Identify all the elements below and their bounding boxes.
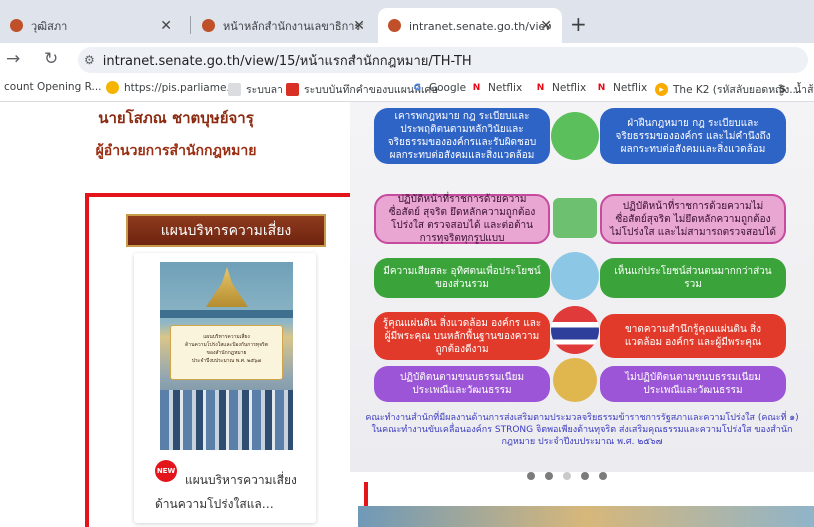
next-banner-image[interactable] — [358, 506, 814, 527]
director-name: นายโสภณ ชาตบุษย์จารุ — [98, 109, 254, 127]
tab-intranet[interactable]: intranet.senate.go.th/view/15/ห ✕ — [378, 8, 562, 43]
close-tab-icon[interactable]: ✕ — [160, 18, 172, 34]
bookmark-item[interactable]: S น้ำส้ม — [776, 81, 814, 98]
new-tab-button[interactable]: + — [570, 12, 587, 36]
negative-item: ฝ่าฝืนกฎหมาย กฎ ระเบียบและจริยธรรมขององค… — [600, 108, 786, 164]
bookmark-item[interactable]: G Google — [411, 81, 466, 94]
carousel-dot[interactable] — [545, 472, 553, 480]
site-settings-icon[interactable]: ⚙ — [84, 53, 95, 67]
reload-icon[interactable]: ↻ — [44, 49, 58, 69]
bookmark-label: Netflix — [488, 81, 523, 94]
tab-senate-home[interactable]: หน้าหลักสำนักงานเลขาธิการวุฒิสภา ✕ — [192, 8, 375, 43]
positive-item: ปฏิบัติตนตามขนบธรรมเนียมประเพณีและวัฒนธร… — [374, 366, 550, 402]
bookmark-item[interactable]: count Opening R... — [4, 81, 102, 93]
tab-senate[interactable]: วุฒิสภา ✕ — [0, 8, 182, 43]
senate-favicon-icon — [388, 19, 401, 32]
emoji-icon — [106, 81, 119, 94]
negative-item: เห็นแก่ประโยชน์ส่วนตนมากกว่าส่วนรวม — [600, 258, 786, 298]
netflix-icon: N — [472, 82, 481, 93]
close-tab-icon[interactable]: ✕ — [540, 18, 552, 34]
carousel-dot[interactable] — [581, 472, 589, 480]
positive-item: มีความเสียสละ อุทิศตนเพื่อประโยชน์ของส่ว… — [374, 258, 550, 298]
ethics-infographic[interactable]: เคารพกฎหมาย กฎ ระเบียบและประพฤติตนตามหลั… — [350, 102, 814, 482]
bookmarks-bar: count Opening R... https://pis.parliame.… — [0, 76, 814, 102]
temple-icon — [553, 358, 597, 402]
google-icon: G — [413, 82, 422, 93]
bookmark-item[interactable]: N Netflix — [595, 81, 647, 94]
bookmark-label: Netflix — [613, 81, 648, 94]
bookmark-label: น้ำส้ม — [794, 84, 814, 96]
tab-divider — [190, 16, 191, 34]
bookmark-item[interactable]: N Netflix — [470, 81, 522, 94]
carousel-dots — [527, 472, 607, 480]
positive-item: เคารพกฎหมาย กฎ ระเบียบและประพฤติตนตามหลั… — [374, 108, 550, 164]
red-app-icon — [286, 83, 299, 96]
carousel-dot[interactable] — [599, 472, 607, 480]
senate-favicon-icon — [10, 19, 23, 32]
negative-item: ขาดความสำนึกรู้คุณแผ่นดิน สิ่งแวดล้อม อง… — [600, 314, 786, 358]
bookmark-item[interactable]: N Netflix — [534, 81, 586, 94]
bookmark-label: count Opening R... — [4, 81, 102, 93]
netflix-icon: N — [536, 82, 545, 93]
s-icon: S — [779, 84, 786, 95]
thai-flag-icon — [551, 306, 599, 354]
scales-icon — [551, 112, 599, 160]
tab-title: หน้าหลักสำนักงานเลขาธิการวุฒิสภา — [223, 19, 363, 33]
bookmark-label: Netflix — [552, 81, 587, 94]
positive-item: รู้คุณแผ่นดิน สิ่งแวดล้อม องค์กร และผู้ม… — [374, 312, 550, 360]
infographic-caption: คณะทำงานสำนักที่มีผลงานด้านการส่งเสริมตา… — [365, 413, 799, 447]
tab-strip: วุฒิสภา ✕ หน้าหลักสำนักงานเลขาธิการวุฒิส… — [0, 0, 814, 43]
grid-icon — [228, 83, 241, 96]
play-icon: ▸ — [655, 83, 668, 96]
highlight-box — [85, 193, 368, 527]
bookmark-item[interactable]: ระบบลา — [228, 81, 283, 98]
bookmark-label: ระบบลา — [246, 84, 283, 96]
tab-title: intranet.senate.go.th/view/15/ห — [409, 19, 551, 33]
carousel-dot[interactable] — [527, 472, 535, 480]
positive-item: ปฏิบัติหน้าที่ราชการด้วยความซื่อสัตย์ สุ… — [374, 194, 550, 244]
close-tab-icon[interactable]: ✕ — [353, 18, 365, 34]
bookmark-label: https://pis.parliame... — [124, 81, 237, 94]
director-title: ผู้อำนวยการสำนักกฎหมาย — [95, 143, 257, 159]
page-content: นายโสภณ ชาตบุษย์จารุ ผู้อำนวยการสำนักกฎห… — [0, 102, 814, 527]
forward-arrow-icon[interactable]: → — [6, 49, 20, 69]
negative-item: ปฏิบัติหน้าที่ราชการด้วยความไม่ซื่อสัตย์… — [600, 194, 786, 244]
bookmark-item[interactable]: https://pis.parliame... — [106, 81, 236, 94]
url-text: intranet.senate.go.th/view/15/หน้าแรกสำน… — [102, 53, 472, 69]
senate-favicon-icon — [202, 19, 215, 32]
money-icon — [553, 198, 597, 238]
negative-item: ไม่ปฏิบัติตนตามขนบธรรมเนียมประเพณีและวัฒ… — [600, 366, 786, 402]
netflix-icon: N — [597, 82, 606, 93]
browser-toolbar: → ↻ ⚙ intranet.senate.go.th/view/15/หน้า… — [0, 43, 814, 76]
carousel-dot-active[interactable] — [563, 472, 571, 480]
bookmark-label: Google — [429, 81, 467, 94]
tab-title: วุฒิสภา — [31, 19, 68, 33]
address-bar[interactable]: ⚙ intranet.senate.go.th/view/15/หน้าแรกส… — [78, 47, 808, 73]
community-icon — [551, 252, 599, 300]
